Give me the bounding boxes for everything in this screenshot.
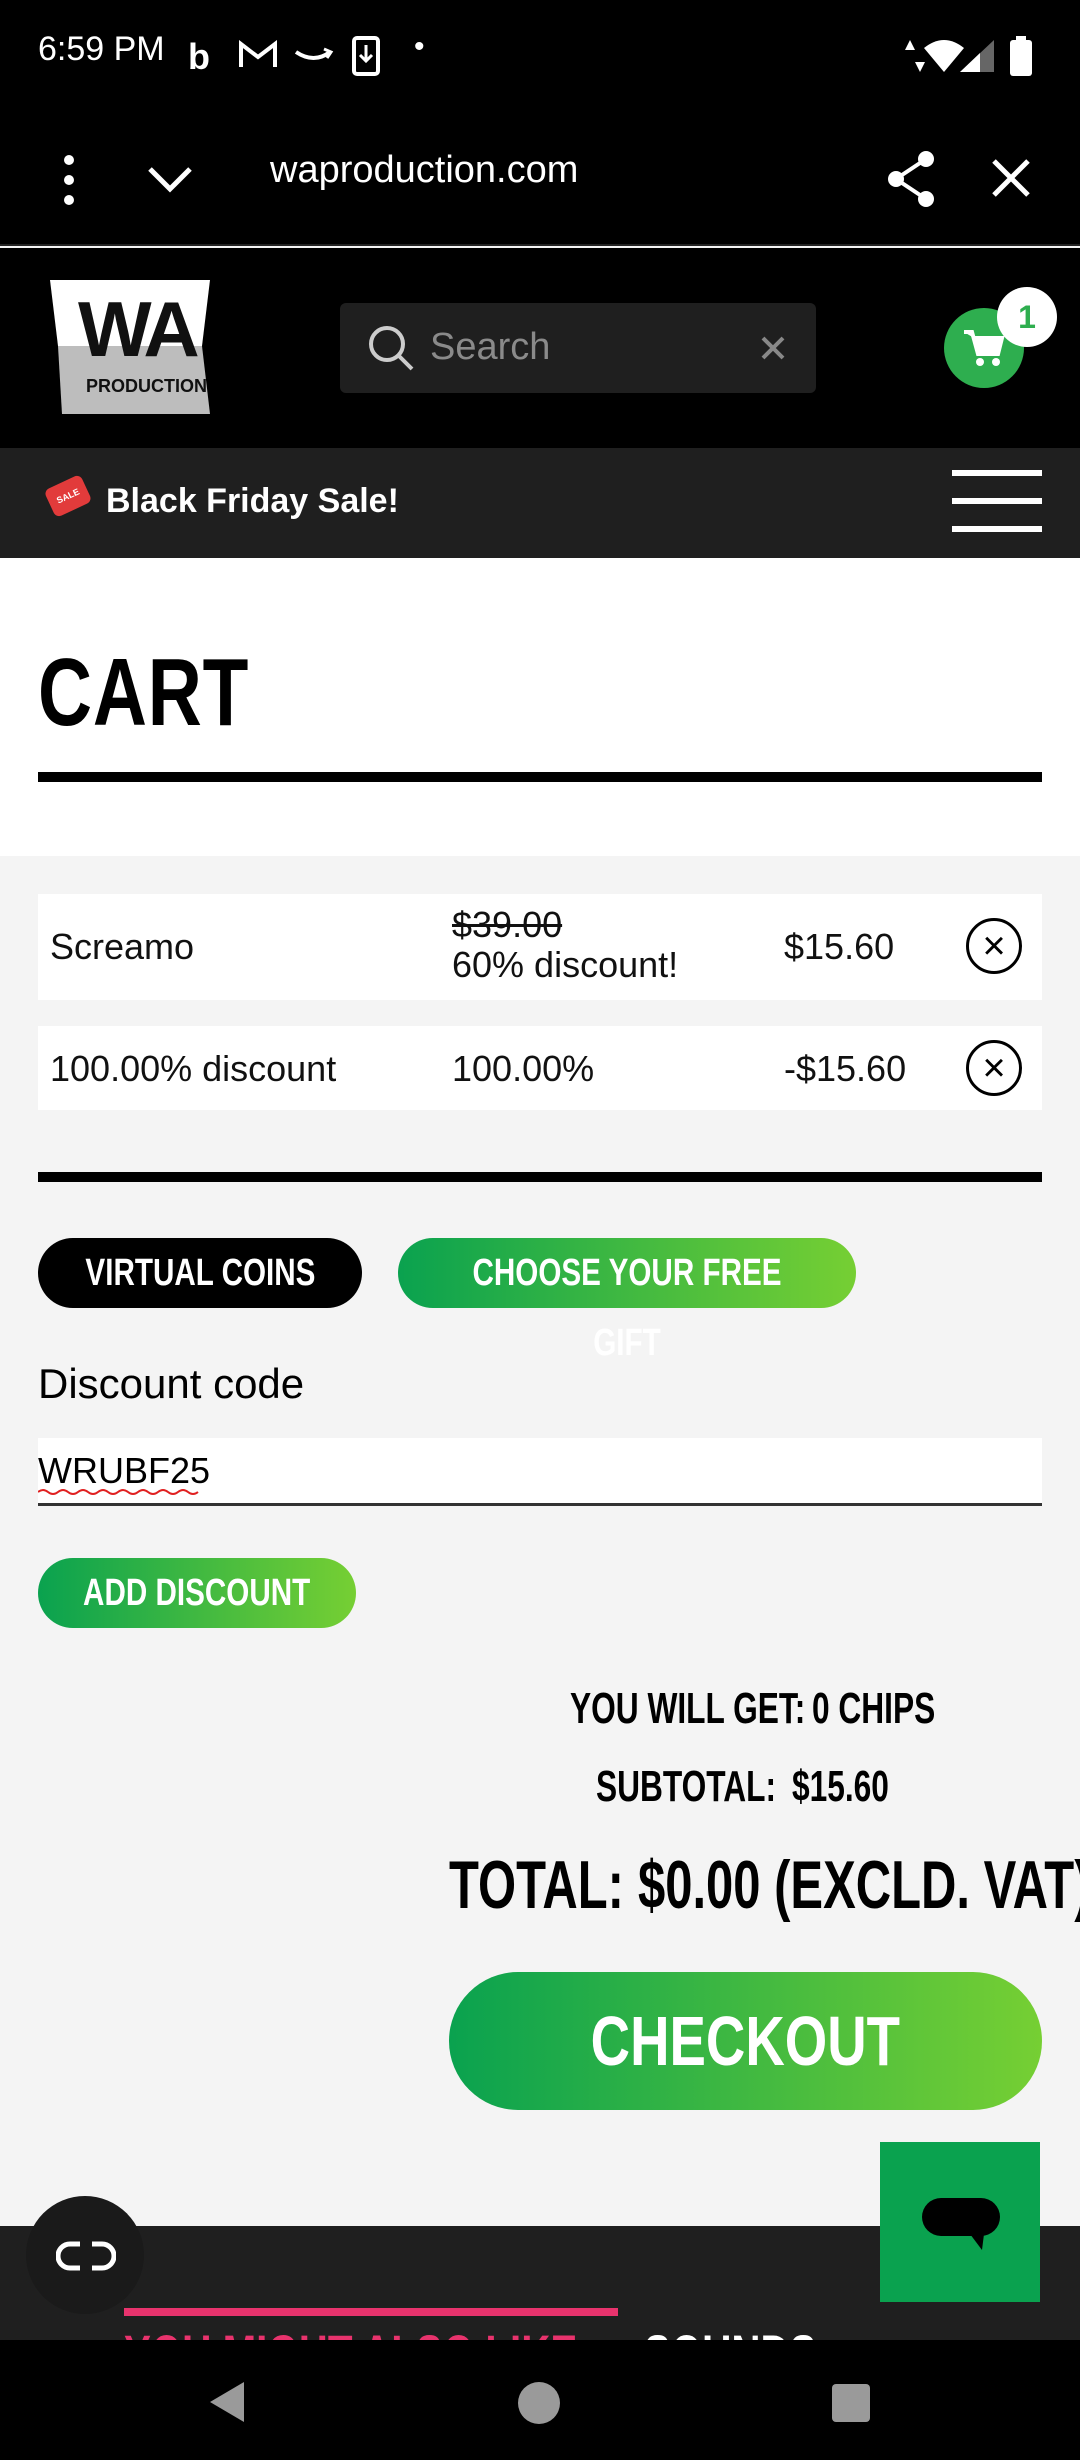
notification-dot: •	[414, 30, 425, 63]
title-divider	[38, 772, 1042, 782]
search-bar[interactable]: Search	[340, 303, 816, 393]
signal-icon	[960, 40, 994, 72]
sale-banner: SALE Black Friday Sale!	[0, 448, 1080, 558]
discount-code-label: Discount code	[38, 1360, 305, 1407]
browser-toolbar: waproduction.com	[0, 115, 1080, 246]
system-nav-bar	[0, 2340, 1080, 2460]
recents-icon[interactable]	[832, 2384, 870, 2422]
site-header: WA PRODUCTION Search 1	[0, 248, 1080, 448]
total-label: TOTAL:	[449, 1847, 624, 1923]
battery-icon	[1010, 36, 1032, 76]
search-input[interactable]: Search	[430, 326, 550, 369]
you-will-get-label: YOU WILL GET:	[570, 1684, 806, 1733]
url-text[interactable]: waproduction.com	[270, 149, 578, 192]
menu-icon[interactable]	[952, 470, 1042, 536]
item-old-price: $39.00	[452, 904, 563, 945]
wa-production-logo[interactable]: WA PRODUCTION	[50, 280, 210, 414]
amazon-icon	[294, 47, 334, 60]
download-icon	[352, 36, 380, 76]
you-will-get-value: 0 CHIPS	[812, 1684, 936, 1733]
cart-row: 100.00% discount 100.00% -$15.60 ×	[38, 1026, 1042, 1110]
cart-count-badge: 1	[997, 287, 1057, 347]
page-title: CART	[38, 639, 250, 746]
accessibility-button[interactable]	[26, 2196, 144, 2314]
clear-search-icon[interactable]	[760, 335, 786, 361]
subtotal-value: $15.60	[792, 1762, 889, 1811]
sale-banner-text[interactable]: Black Friday Sale!	[106, 482, 399, 521]
chat-button[interactable]	[880, 2142, 1040, 2302]
logo-text-bottom: PRODUCTION	[86, 376, 207, 396]
status-bar: 6:59 PM b •	[0, 0, 1080, 115]
more-options-icon[interactable]	[60, 153, 78, 207]
share-icon[interactable]	[884, 149, 938, 209]
item-price: $15.60	[784, 926, 895, 967]
item-percent: 100.00%	[452, 1048, 595, 1089]
free-gift-button[interactable]: CHOOSE YOUR FREE GIFT	[398, 1238, 856, 1364]
cart-divider	[38, 1172, 1042, 1182]
item-price: -$15.60	[784, 1048, 907, 1089]
chevron-down-icon[interactable]	[146, 163, 194, 195]
total-value: $0.00 (EXCLD. VAT)	[638, 1847, 1080, 1923]
item-name: 100.00% discount	[50, 1048, 337, 1089]
remove-item-button[interactable]: ×	[966, 918, 1022, 974]
sale-tag-icon: SALE	[43, 473, 93, 519]
close-icon[interactable]	[990, 157, 1032, 199]
search-icon	[369, 326, 414, 371]
bing-icon: b	[188, 36, 210, 77]
cart-title-section: CART	[0, 558, 1080, 856]
home-icon[interactable]	[518, 2382, 560, 2424]
item-discount-note: 60% discount!	[452, 944, 679, 985]
virtual-coins-button[interactable]: VIRTUAL COINS	[38, 1238, 362, 1308]
subtotal-label: SUBTOTAL:	[596, 1762, 777, 1811]
link-toggle-icon	[56, 2241, 116, 2271]
add-discount-button[interactable]: ADD DISCOUNT	[38, 1558, 356, 1628]
back-icon[interactable]	[206, 2380, 246, 2424]
spellcheck-underline	[38, 1489, 199, 1495]
tab-you-might-also-like[interactable]: YOU MIGHT ALSO LIKE	[124, 2322, 577, 2341]
chat-icon	[922, 2198, 1000, 2250]
cart-icon	[964, 330, 1005, 366]
remove-discount-button[interactable]: ×	[966, 1040, 1022, 1096]
status-time: 6:59 PM	[38, 30, 165, 68]
checkout-button[interactable]: CHECKOUT	[449, 1972, 1042, 2110]
logo-text-top: WA	[78, 285, 200, 373]
cart-row: Screamo $39.00 60% discount! $15.60 ×	[38, 894, 1042, 1000]
active-tab-indicator	[124, 2308, 618, 2316]
item-name: Screamo	[50, 926, 195, 967]
gmail-icon	[239, 40, 277, 67]
tab-sounds[interactable]: SOUNDS	[644, 2322, 817, 2341]
